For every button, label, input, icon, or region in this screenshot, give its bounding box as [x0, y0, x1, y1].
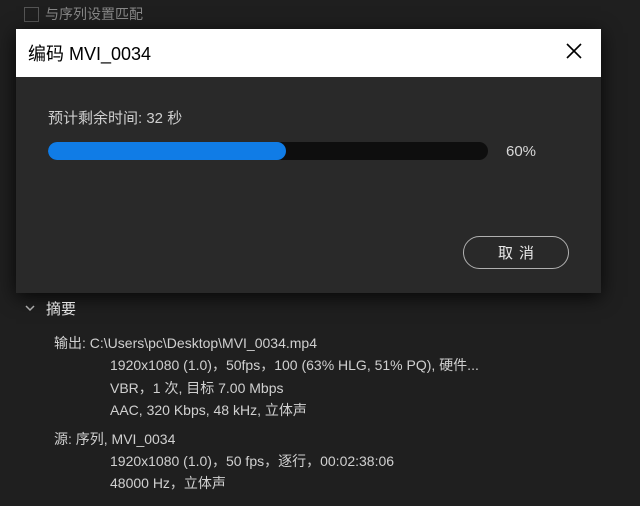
- summary-output-block: 输出: C:\Users\pc\Desktop\MVI_0034.mp4 192…: [54, 332, 620, 422]
- progress-fill: [48, 142, 286, 160]
- chevron-down-icon: [24, 300, 36, 319]
- progress-row: 60%: [48, 142, 569, 160]
- dialog-body: 预计剩余时间: 32 秒 60%: [16, 77, 601, 236]
- close-icon[interactable]: [561, 40, 587, 66]
- dialog-titlebar: 编码 MVI_0034: [16, 29, 601, 77]
- match-sequence-label: 与序列设置匹配: [45, 4, 143, 24]
- match-sequence-row: 与序列设置匹配: [24, 4, 143, 24]
- eta-label: 预计剩余时间: 32 秒: [48, 107, 569, 128]
- summary-section: 摘要 输出: C:\Users\pc\Desktop\MVI_0034.mp4 …: [24, 298, 620, 501]
- summary-source-name: 序列, MVI_0034: [76, 431, 176, 447]
- encoding-progress-dialog: 编码 MVI_0034 预计剩余时间: 32 秒 60% 取消: [16, 29, 601, 293]
- dialog-footer: 取消: [16, 236, 601, 293]
- match-sequence-checkbox[interactable]: [24, 7, 39, 22]
- summary-source-block: 源: 序列, MVI_0034 1920x1080 (1.0)，50 fps，逐…: [54, 428, 620, 495]
- summary-header[interactable]: 摘要: [24, 298, 620, 322]
- summary-title: 摘要: [46, 298, 76, 322]
- summary-output-line2: VBR，1 次, 目标 7.00 Mbps: [110, 377, 620, 399]
- summary-output-line1: 1920x1080 (1.0)，50fps，100 (63% HLG, 51% …: [110, 354, 620, 376]
- progress-percent: 60%: [506, 143, 536, 160]
- summary-output-path: C:\Users\pc\Desktop\MVI_0034.mp4: [90, 335, 317, 351]
- progress-bar: [48, 142, 488, 160]
- summary-output-label: 输出:: [54, 335, 86, 351]
- cancel-button[interactable]: 取消: [463, 236, 569, 269]
- summary-source-label: 源:: [54, 431, 72, 447]
- dialog-title: 编码 MVI_0034: [28, 40, 151, 66]
- summary-source-line1: 1920x1080 (1.0)，50 fps，逐行，00:02:38:06: [110, 450, 620, 472]
- summary-source-line2: 48000 Hz，立体声: [110, 472, 620, 494]
- summary-output-line3: AAC, 320 Kbps, 48 kHz, 立体声: [110, 399, 620, 421]
